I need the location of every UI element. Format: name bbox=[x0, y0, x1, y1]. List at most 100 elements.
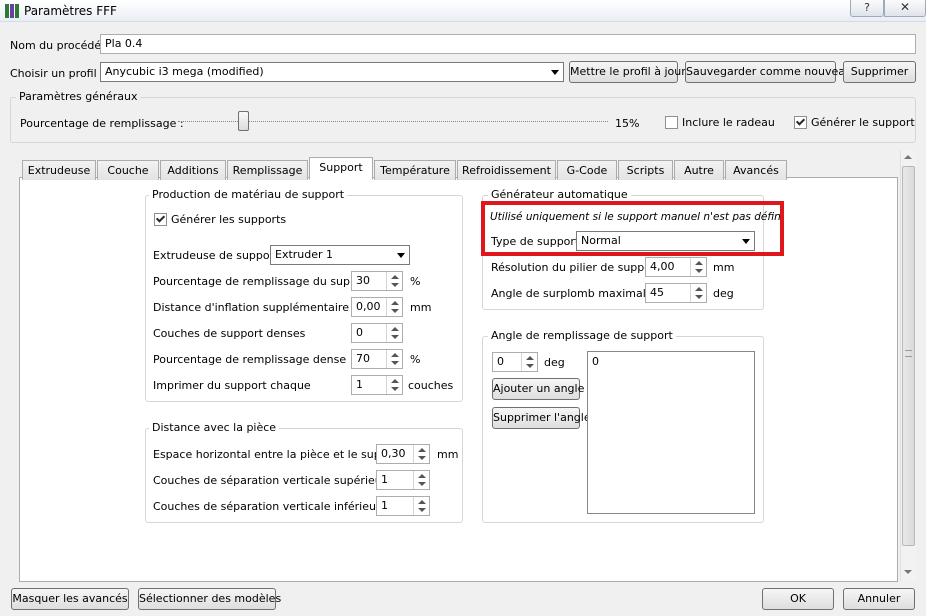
check-icon bbox=[795, 116, 806, 126]
print-every-value: 1 bbox=[356, 378, 363, 391]
hide-advanced-button[interactable]: Masquer les avancés bbox=[11, 588, 129, 610]
chevron-down-icon bbox=[397, 253, 405, 258]
dense-infill-spinbox[interactable]: 70 bbox=[351, 349, 403, 369]
overhang-angle-value: 45 bbox=[650, 286, 664, 299]
raft-label: Inclure le radeau bbox=[682, 116, 775, 129]
spin-arrows-icon[interactable] bbox=[386, 376, 402, 394]
inflation-value: 0,00 bbox=[356, 300, 381, 313]
overhang-angle-spinbox[interactable]: 45 bbox=[645, 283, 707, 303]
pillar-resolution-value: 4,00 bbox=[650, 260, 675, 273]
pillar-resolution-label: Résolution du pilier de support bbox=[491, 261, 660, 274]
spin-arrows-icon[interactable] bbox=[690, 258, 706, 276]
pillar-resolution-unit: mm bbox=[713, 261, 735, 274]
delete-profile-button[interactable]: Supprimer bbox=[843, 61, 916, 83]
bottom-separation-spinbox[interactable]: 1 bbox=[376, 496, 430, 516]
support-infill-spinbox[interactable]: 30 bbox=[351, 271, 403, 291]
dense-layers-spinbox[interactable]: 0 bbox=[351, 323, 403, 343]
tab-gcode[interactable]: G-Code bbox=[557, 160, 617, 180]
part-distance-title: Distance avec la pièce bbox=[149, 421, 280, 434]
horizontal-gap-value: 0,30 bbox=[381, 447, 406, 460]
cancel-button[interactable]: Annuler bbox=[843, 588, 915, 610]
profile-select-value: Anycubic i3 mega (modified) bbox=[105, 65, 264, 78]
inflation-unit: mm bbox=[410, 301, 432, 314]
spin-arrows-icon[interactable] bbox=[521, 353, 537, 371]
print-every-spinbox[interactable]: 1 bbox=[351, 375, 403, 395]
tab-extrudeuse[interactable]: Extrudeuse bbox=[22, 160, 96, 180]
overhang-angle-unit: deg bbox=[713, 287, 734, 300]
generate-support-label: Générer le support bbox=[811, 116, 915, 129]
grip-icon bbox=[905, 350, 912, 357]
top-separation-label: Couches de séparation verticale supérieu… bbox=[153, 474, 393, 487]
tab-scripts[interactable]: Scripts bbox=[618, 160, 673, 180]
app-icon bbox=[5, 4, 19, 18]
scroll-up-icon[interactable] bbox=[904, 155, 912, 159]
bottom-separation-label: Couches de séparation verticale inférieu… bbox=[153, 500, 388, 513]
spin-arrows-icon[interactable] bbox=[386, 350, 402, 368]
overhang-angle-label: Angle de surplomb maximal bbox=[491, 287, 646, 300]
top-separation-value: 1 bbox=[381, 473, 388, 486]
infill-angle-title: Angle de remplissage de support bbox=[488, 329, 676, 342]
support-infill-label: Pourcentage de remplissage du support bbox=[153, 275, 373, 288]
add-angle-button[interactable]: Ajouter un angle bbox=[492, 378, 584, 400]
window-title-bar bbox=[0, 0, 926, 22]
select-models-button[interactable]: Sélectionner des modèles bbox=[138, 588, 281, 610]
tab-additions[interactable]: Additions bbox=[160, 160, 226, 180]
generate-support-checkbox[interactable] bbox=[794, 116, 807, 129]
help-button[interactable]: ? bbox=[850, 0, 884, 17]
support-extruder-select[interactable]: Extruder 1 bbox=[270, 245, 410, 265]
chevron-down-icon bbox=[551, 70, 559, 75]
auto-generator-title: Générateur automatique bbox=[488, 188, 631, 201]
tab-couche[interactable]: Couche bbox=[97, 160, 159, 180]
spin-arrows-icon[interactable] bbox=[386, 324, 402, 342]
support-extruder-value: Extruder 1 bbox=[275, 248, 334, 261]
generate-supports-checkbox[interactable] bbox=[154, 213, 167, 226]
support-infill-unit: % bbox=[410, 275, 421, 288]
generate-supports-label: Générer les supports bbox=[171, 213, 287, 226]
scroll-down-icon[interactable] bbox=[904, 570, 912, 574]
dense-infill-unit: % bbox=[410, 353, 421, 366]
spin-arrows-icon[interactable] bbox=[413, 497, 429, 515]
infill-value: 15% bbox=[615, 117, 640, 130]
horizontal-gap-spinbox[interactable]: 0,30 bbox=[376, 444, 430, 464]
pillar-resolution-spinbox[interactable]: 4,00 bbox=[645, 257, 707, 277]
infill-angle-spinbox[interactable]: 0 bbox=[492, 352, 538, 372]
inflation-spinbox[interactable]: 0,00 bbox=[351, 297, 403, 317]
infill-angle-unit: deg bbox=[544, 356, 565, 369]
profile-label: Choisir un profil : bbox=[10, 67, 104, 80]
dense-infill-label: Pourcentage de remplissage dense bbox=[153, 353, 347, 366]
tab-avances[interactable]: Avancés bbox=[725, 160, 787, 180]
ok-button[interactable]: OK bbox=[762, 588, 834, 610]
horizontal-gap-unit: mm bbox=[437, 448, 459, 461]
close-icon[interactable]: ✕ bbox=[884, 0, 926, 17]
remove-angle-button[interactable]: Supprimer l'angle bbox=[492, 407, 591, 429]
spin-arrows-icon[interactable] bbox=[413, 445, 429, 463]
spin-arrows-icon[interactable] bbox=[386, 272, 402, 290]
process-name-input[interactable]: Pla 0.4 bbox=[100, 34, 916, 54]
tab-support[interactable]: Support bbox=[309, 157, 373, 180]
profile-select[interactable]: Anycubic i3 mega (modified) bbox=[100, 62, 564, 82]
inflation-label: Distance d'inflation supplémentaire bbox=[153, 301, 349, 314]
dense-layers-value: 0 bbox=[356, 326, 363, 339]
support-infill-value: 30 bbox=[356, 274, 370, 287]
save-as-new-button[interactable]: Sauvegarder comme nouveau bbox=[685, 61, 852, 83]
infill-label: Pourcentage de remplissage : bbox=[20, 117, 184, 130]
spin-arrows-icon[interactable] bbox=[413, 471, 429, 489]
check-icon bbox=[155, 213, 166, 223]
top-separation-spinbox[interactable]: 1 bbox=[376, 470, 430, 490]
tab-autre[interactable]: Autre bbox=[674, 160, 724, 180]
tab-remplissage[interactable]: Remplissage bbox=[227, 160, 308, 180]
list-item[interactable]: 0 bbox=[592, 355, 750, 368]
infill-slider-thumb[interactable] bbox=[237, 111, 249, 131]
angle-list[interactable]: 0 bbox=[587, 351, 755, 514]
update-profile-button[interactable]: Mettre le profil à jour bbox=[569, 61, 686, 83]
support-material-title: Production de matériau de support bbox=[149, 188, 348, 201]
print-every-unit: couches bbox=[408, 379, 454, 392]
spin-arrows-icon[interactable] bbox=[690, 284, 706, 302]
raft-checkbox[interactable] bbox=[665, 116, 678, 129]
print-every-label: Imprimer du support chaque bbox=[153, 379, 311, 392]
tab-temperature[interactable]: Température bbox=[374, 160, 456, 180]
highlight-box bbox=[481, 201, 784, 256]
tab-refroidissement[interactable]: Refroidissement bbox=[457, 160, 556, 180]
bottom-separation-value: 1 bbox=[381, 499, 388, 512]
spin-arrows-icon[interactable] bbox=[386, 298, 402, 316]
